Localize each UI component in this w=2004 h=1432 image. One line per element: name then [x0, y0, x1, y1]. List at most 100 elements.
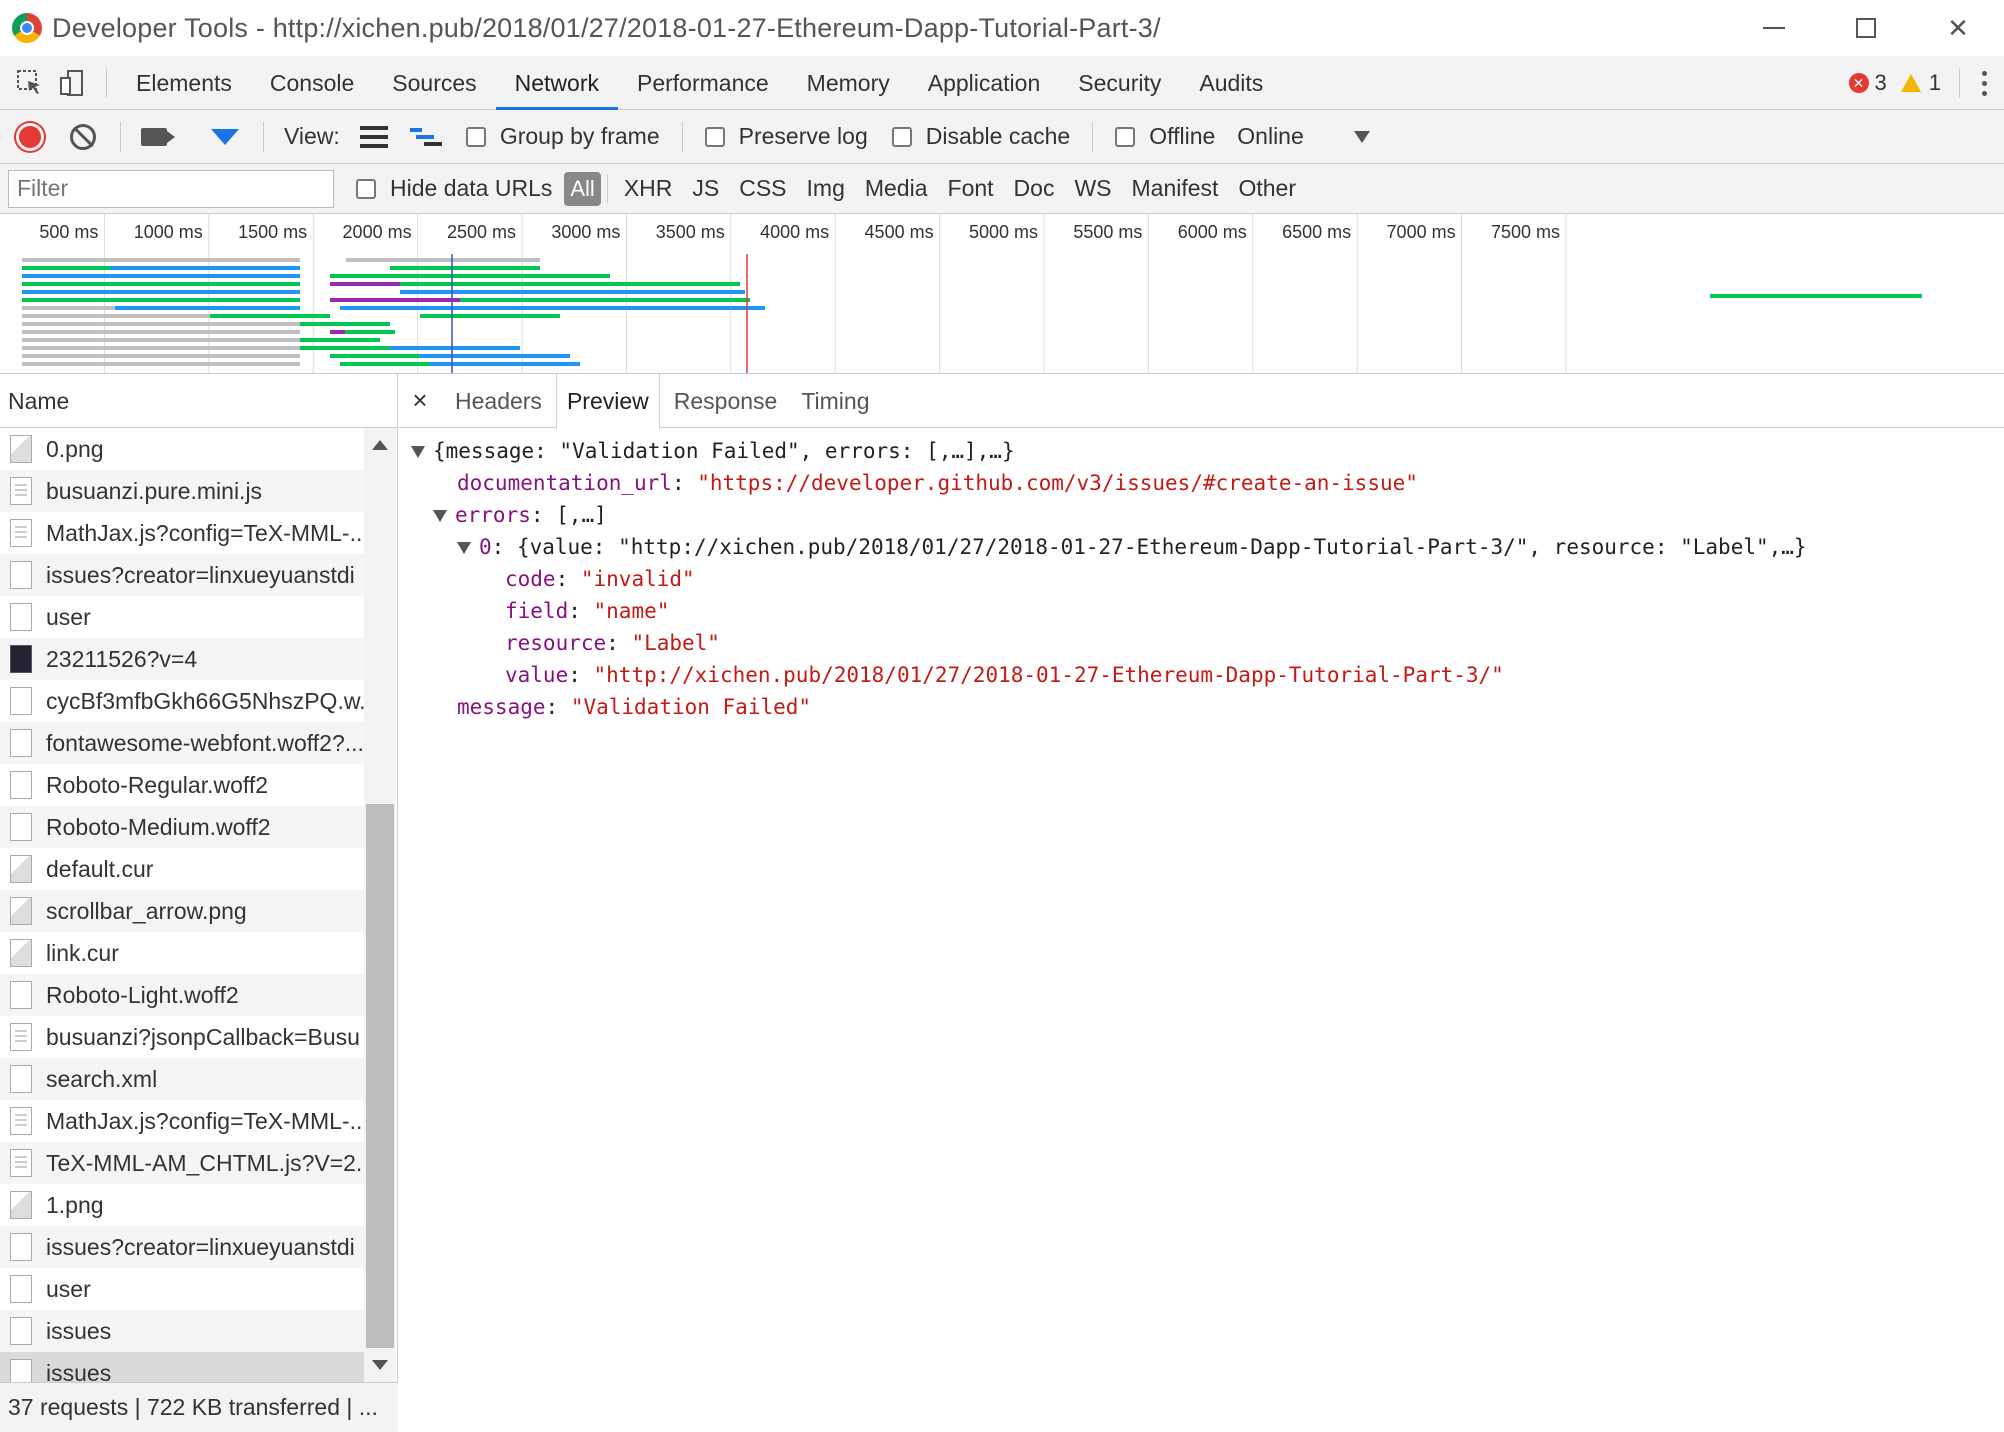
status-badges: ✕ 3 1 — [1848, 56, 2004, 110]
tab-sources[interactable]: Sources — [373, 56, 495, 110]
request-row[interactable]: MathJax.js?config=TeX-MML-... — [0, 512, 364, 554]
request-row[interactable]: default.cur — [0, 848, 364, 890]
request-row[interactable]: issues — [0, 1310, 364, 1352]
maximize-button[interactable] — [1820, 0, 1912, 56]
request-row[interactable]: busuanzi?jsonpCallback=Busu — [0, 1016, 364, 1058]
tab-response[interactable]: Response — [664, 374, 788, 428]
request-row[interactable]: 23211526?v=4 — [0, 638, 364, 680]
capture-screenshots-button[interactable] — [141, 127, 175, 146]
cursor-file-icon — [10, 939, 32, 967]
request-row[interactable]: user — [0, 596, 364, 638]
request-row[interactable]: scrollbar_arrow.png — [0, 890, 364, 932]
more-options-button[interactable] — [1964, 70, 2004, 96]
request-row[interactable]: cycBf3mfbGkh66G5NhszPQ.w... — [0, 680, 364, 722]
window-title-bar: Developer Tools - http://xichen.pub/2018… — [0, 0, 2004, 56]
filter-type-media[interactable]: Media — [855, 175, 938, 202]
tab-memory[interactable]: Memory — [788, 56, 909, 110]
request-row[interactable]: MathJax.js?config=TeX-MML-... — [0, 1100, 364, 1142]
filter-type-js[interactable]: JS — [682, 175, 729, 202]
tab-preview[interactable]: Preview — [555, 372, 660, 429]
request-list-scrollbar[interactable] — [364, 428, 396, 1382]
tab-performance[interactable]: Performance — [618, 56, 788, 110]
throttling-select[interactable]: Online — [1227, 123, 1370, 150]
minimize-button[interactable] — [1728, 0, 1820, 56]
tab-headers[interactable]: Headers — [445, 374, 552, 428]
json-row-error-0[interactable]: 0: {value: "http://xichen.pub/2018/01/27… — [457, 532, 1807, 562]
tab-application[interactable]: Application — [909, 56, 1060, 110]
expand-triangle-icon[interactable] — [457, 542, 471, 554]
preserve-log-checkbox[interactable]: Preserve log — [704, 123, 868, 150]
error-count-badge[interactable]: ✕ 3 — [1848, 70, 1887, 96]
record-button[interactable] — [16, 122, 44, 151]
tab-network[interactable]: Network — [495, 56, 618, 110]
image-file-icon — [10, 435, 32, 463]
request-row[interactable]: busuanzi.pure.mini.js — [0, 470, 364, 512]
request-row[interactable]: Roboto-Light.woff2 — [0, 974, 364, 1016]
tab-console[interactable]: Console — [251, 56, 373, 110]
close-detail-icon[interactable]: × — [405, 385, 435, 416]
close-window-button[interactable]: ✕ — [1912, 0, 2004, 56]
name-column-header[interactable]: Name — [0, 374, 397, 428]
json-string-value[interactable]: "http://xichen.pub/2018/01/27/2018-01-27… — [594, 663, 1504, 687]
warning-count-badge[interactable]: 1 — [1900, 70, 1941, 96]
tab-security[interactable]: Security — [1059, 56, 1180, 110]
network-summary-status: 37 requests | 722 KB transferred | ... — [0, 1382, 398, 1432]
document-file-icon — [10, 1065, 32, 1093]
timeline-request-bar — [22, 314, 210, 318]
filter-type-css[interactable]: CSS — [729, 175, 796, 202]
filter-toggle-button[interactable] — [211, 128, 239, 145]
timeline-tick-label: 7500 ms — [1491, 222, 1560, 242]
tab-timing[interactable]: Timing — [791, 374, 879, 428]
json-key: 0 — [479, 535, 492, 559]
tab-audits[interactable]: Audits — [1180, 56, 1282, 110]
clear-button[interactable] — [70, 123, 96, 150]
request-row[interactable]: TeX-MML-AM_CHTML.js?V=2... — [0, 1142, 364, 1184]
json-root-row[interactable]: {message: "Validation Failed", errors: [… — [411, 436, 1015, 466]
timeline-request-bar — [22, 258, 300, 262]
json-string-value[interactable]: "https://developer.github.com/v3/issues/… — [697, 471, 1418, 495]
hide-data-urls-checkbox[interactable]: Hide data URLs — [356, 175, 552, 202]
request-row[interactable]: fontawesome-webfont.woff2?... — [0, 722, 364, 764]
overview-toggle-button[interactable] — [409, 126, 442, 148]
timeline-request-bar — [300, 322, 390, 326]
scrollbar-thumb[interactable] — [366, 804, 394, 1348]
request-row[interactable]: link.cur — [0, 932, 364, 974]
disable-cache-checkbox[interactable]: Disable cache — [891, 123, 1070, 150]
request-row[interactable]: Roboto-Medium.woff2 — [0, 806, 364, 848]
offline-checkbox[interactable]: Offline — [1115, 123, 1215, 150]
filter-input[interactable] — [8, 169, 334, 208]
timeline-request-bar — [345, 330, 395, 334]
network-overview-timeline[interactable]: 500 ms 1000 ms 1500 ms 2000 ms 2500 ms 3000 m… — [0, 214, 2004, 374]
request-row[interactable]: issues?creator=linxueyuanstdi — [0, 554, 364, 596]
request-name: fontawesome-webfont.woff2?... — [46, 729, 364, 756]
filter-type-doc[interactable]: Doc — [1004, 175, 1065, 202]
expand-triangle-icon[interactable] — [411, 446, 425, 458]
expand-triangle-icon[interactable] — [433, 510, 447, 522]
request-row[interactable]: 1.png — [0, 1184, 364, 1226]
timeline-tick-label: 2500 ms — [447, 222, 516, 242]
scroll-up-arrow-icon[interactable] — [372, 440, 388, 450]
timeline-request-bar — [210, 314, 330, 318]
request-row[interactable]: issues — [0, 1352, 364, 1382]
large-rows-button[interactable] — [359, 125, 388, 148]
device-toolbar-button[interactable] — [56, 67, 88, 99]
request-row[interactable]: search.xml — [0, 1058, 364, 1100]
timeline-request-bar — [115, 306, 300, 310]
filter-type-xhr[interactable]: XHR — [614, 175, 683, 202]
request-row[interactable]: user — [0, 1268, 364, 1310]
filter-type-other[interactable]: Other — [1228, 175, 1306, 202]
request-row[interactable]: Roboto-Regular.woff2 — [0, 764, 364, 806]
filter-type-manifest[interactable]: Manifest — [1122, 175, 1229, 202]
timeline-request-bar — [22, 338, 300, 342]
filter-type-font[interactable]: Font — [938, 175, 1004, 202]
request-row[interactable]: issues?creator=linxueyuanstdi — [0, 1226, 364, 1268]
filter-type-img[interactable]: Img — [797, 175, 855, 202]
group-by-frame-checkbox[interactable]: Group by frame — [465, 123, 660, 150]
filter-type-all[interactable]: All — [564, 171, 601, 206]
scroll-down-arrow-icon[interactable] — [372, 1360, 388, 1370]
json-row-errors[interactable]: errors: [,…] — [433, 500, 607, 530]
inspect-element-button[interactable] — [14, 67, 46, 99]
request-row[interactable]: 0.png — [0, 428, 364, 470]
filter-type-ws[interactable]: WS — [1064, 175, 1121, 202]
tab-elements[interactable]: Elements — [117, 56, 251, 110]
